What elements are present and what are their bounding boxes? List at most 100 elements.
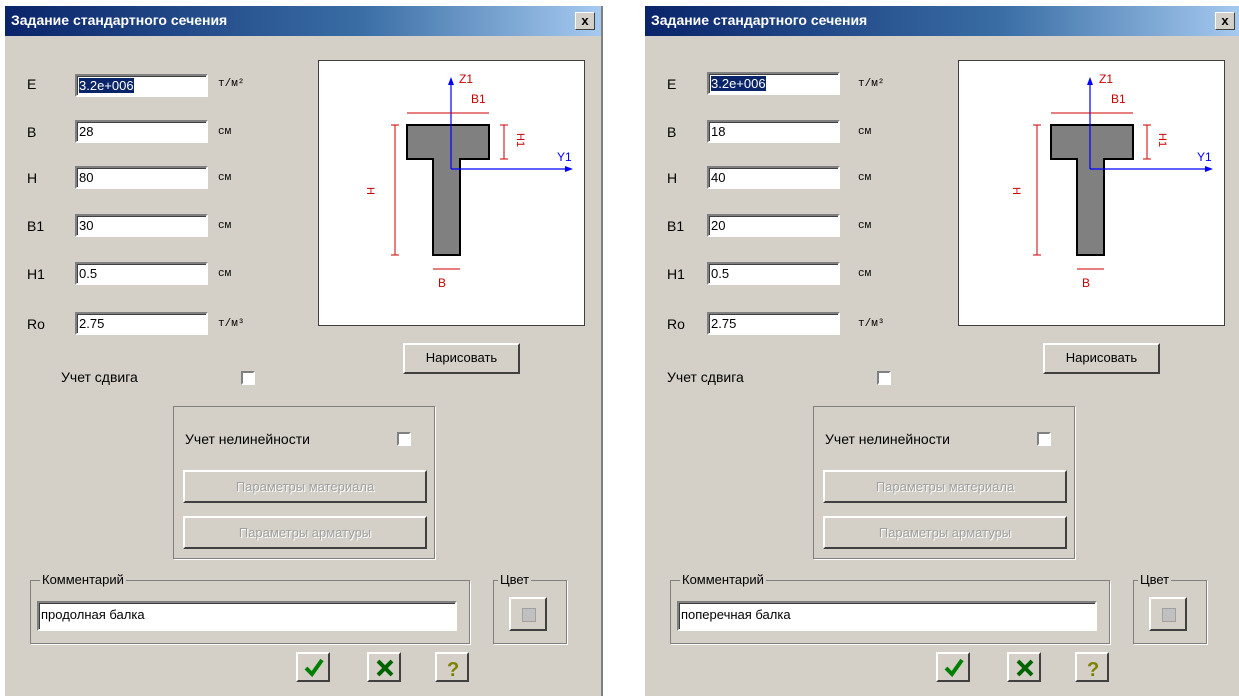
ok-button[interactable] bbox=[936, 652, 970, 682]
color-button[interactable] bbox=[509, 597, 547, 631]
unit-ro: т/м³ bbox=[218, 318, 245, 330]
unit-h: см bbox=[858, 172, 872, 184]
comment-group: Комментарий поперечная балка bbox=[670, 572, 1110, 644]
b1-field[interactable]: 30 bbox=[75, 214, 208, 237]
check-icon bbox=[304, 658, 324, 678]
label-h: H bbox=[667, 170, 678, 186]
b1-dim-label: B1 bbox=[1111, 92, 1126, 106]
check-icon bbox=[944, 658, 964, 678]
label-b1: B1 bbox=[667, 218, 685, 234]
h1-field[interactable]: 0.5 bbox=[707, 262, 840, 285]
b-dim-label: B bbox=[438, 276, 446, 290]
b-dim-label: B bbox=[1082, 276, 1090, 290]
help-button[interactable]: ? bbox=[1075, 652, 1109, 682]
nonlinear-label: Учет нелинейности bbox=[185, 431, 310, 447]
cancel-button[interactable] bbox=[1007, 652, 1041, 682]
close-button[interactable]: x bbox=[1215, 12, 1235, 30]
shear-label: Учет сдвига bbox=[667, 369, 744, 385]
unit-b: см bbox=[858, 126, 872, 138]
title-bar: Задание стандартного сечения x bbox=[5, 6, 601, 36]
color-swatch bbox=[1162, 608, 1176, 622]
z1-axis-label: Z1 bbox=[459, 72, 473, 86]
label-e: E bbox=[667, 76, 677, 92]
material-params-button[interactable]: Параметры материала bbox=[183, 470, 427, 503]
label-b: B bbox=[27, 124, 37, 140]
cancel-button[interactable] bbox=[367, 652, 401, 682]
ok-button[interactable] bbox=[296, 652, 330, 682]
label-h: H bbox=[27, 170, 38, 186]
question-icon: ? bbox=[1087, 659, 1099, 679]
rebar-params-button[interactable]: Параметры арматуры bbox=[823, 516, 1067, 549]
label-ro: Ro bbox=[27, 316, 45, 332]
h-dim-label: H bbox=[1010, 187, 1022, 195]
unit-b1: см bbox=[858, 220, 872, 232]
unit-e: т/м² bbox=[218, 78, 245, 90]
h1-field[interactable]: 0.5 bbox=[75, 262, 208, 285]
e-field[interactable]: 3.2e+006 bbox=[75, 74, 208, 97]
shear-checkbox[interactable] bbox=[877, 371, 891, 385]
t-section-diagram: Z1 Y1 B1 H1 H B bbox=[364, 72, 573, 290]
unit-h1: см bbox=[858, 268, 872, 280]
t-section-shape bbox=[406, 124, 490, 256]
comment-field[interactable]: продолная балка bbox=[37, 601, 457, 631]
rebar-params-button[interactable]: Параметры арматуры bbox=[183, 516, 427, 549]
color-button[interactable] bbox=[1149, 597, 1187, 631]
section-preview: Z1 Y1 B1 H1 H B bbox=[318, 60, 585, 326]
x-icon bbox=[376, 659, 394, 677]
z1-axis-label: Z1 bbox=[1099, 72, 1113, 86]
e-field[interactable]: 3.2e+006 bbox=[707, 72, 840, 95]
label-h1: H1 bbox=[667, 266, 685, 282]
svg-text:?: ? bbox=[1087, 659, 1099, 679]
b1-dim-label: B1 bbox=[471, 92, 486, 106]
comment-field[interactable]: поперечная балка bbox=[677, 601, 1097, 631]
color-label: Цвет bbox=[498, 572, 532, 587]
nonlinear-checkbox[interactable] bbox=[397, 432, 411, 446]
b-field[interactable]: 18 bbox=[707, 120, 840, 143]
color-group: Цвет bbox=[493, 572, 567, 644]
unit-ro: т/м³ bbox=[858, 318, 885, 330]
ro-field[interactable]: 2.75 bbox=[75, 312, 208, 335]
shear-checkbox[interactable] bbox=[241, 371, 255, 385]
nonlinear-label: Учет нелинейности bbox=[825, 431, 950, 447]
nonlinearity-group: Учет нелинейности Параметры материала Па… bbox=[173, 406, 435, 559]
section-dialog-right: Задание стандартного сечения x E 3.2e+00… bbox=[645, 6, 1239, 696]
h1-dim-label: H1 bbox=[1156, 133, 1168, 147]
y1-axis-label: Y1 bbox=[1197, 150, 1212, 164]
svg-text:?: ? bbox=[447, 659, 459, 679]
section-dialog-left: Задание стандартного сечения x E 3.2e+00… bbox=[5, 6, 603, 696]
h-dim-label: H bbox=[364, 187, 376, 195]
h-field[interactable]: 40 bbox=[707, 166, 840, 189]
unit-h: см bbox=[218, 172, 232, 184]
close-button[interactable]: x bbox=[575, 12, 595, 30]
color-swatch bbox=[522, 608, 536, 622]
label-e: E bbox=[27, 76, 37, 92]
label-ro: Ro bbox=[667, 316, 685, 332]
color-label: Цвет bbox=[1138, 572, 1172, 587]
material-params-button[interactable]: Параметры материала bbox=[823, 470, 1067, 503]
x-icon bbox=[1016, 659, 1034, 677]
draw-button[interactable]: Нарисовать bbox=[403, 343, 520, 374]
b1-field[interactable]: 20 bbox=[707, 214, 840, 237]
ro-field[interactable]: 2.75 bbox=[707, 312, 840, 335]
label-b1: B1 bbox=[27, 218, 45, 234]
unit-b1: см bbox=[218, 220, 232, 232]
comment-group: Комментарий продолная балка bbox=[30, 572, 470, 644]
section-preview: Z1 Y1 B1 H1 H B bbox=[958, 60, 1225, 326]
dialog-title: Задание стандартного сечения bbox=[11, 12, 228, 28]
draw-button[interactable]: Нарисовать bbox=[1043, 343, 1160, 374]
nonlinear-checkbox[interactable] bbox=[1037, 432, 1051, 446]
nonlinearity-group: Учет нелинейности Параметры материала Па… bbox=[813, 406, 1075, 559]
comment-label: Комментарий bbox=[680, 572, 766, 587]
h1-dim-label: H1 bbox=[514, 133, 526, 147]
t-section-diagram: Z1 Y1 B1 H1 H B bbox=[1010, 72, 1213, 290]
shear-label: Учет сдвига bbox=[61, 369, 138, 385]
y1-axis-label: Y1 bbox=[557, 150, 572, 164]
b-field[interactable]: 28 bbox=[75, 120, 208, 143]
title-bar: Задание стандартного сечения x bbox=[645, 6, 1239, 36]
h-field[interactable]: 80 bbox=[75, 166, 208, 189]
dialog-title: Задание стандартного сечения bbox=[651, 12, 868, 28]
unit-h1: см bbox=[218, 268, 232, 280]
label-h1: H1 bbox=[27, 266, 45, 282]
help-button[interactable]: ? bbox=[435, 652, 469, 682]
question-icon: ? bbox=[447, 659, 459, 679]
